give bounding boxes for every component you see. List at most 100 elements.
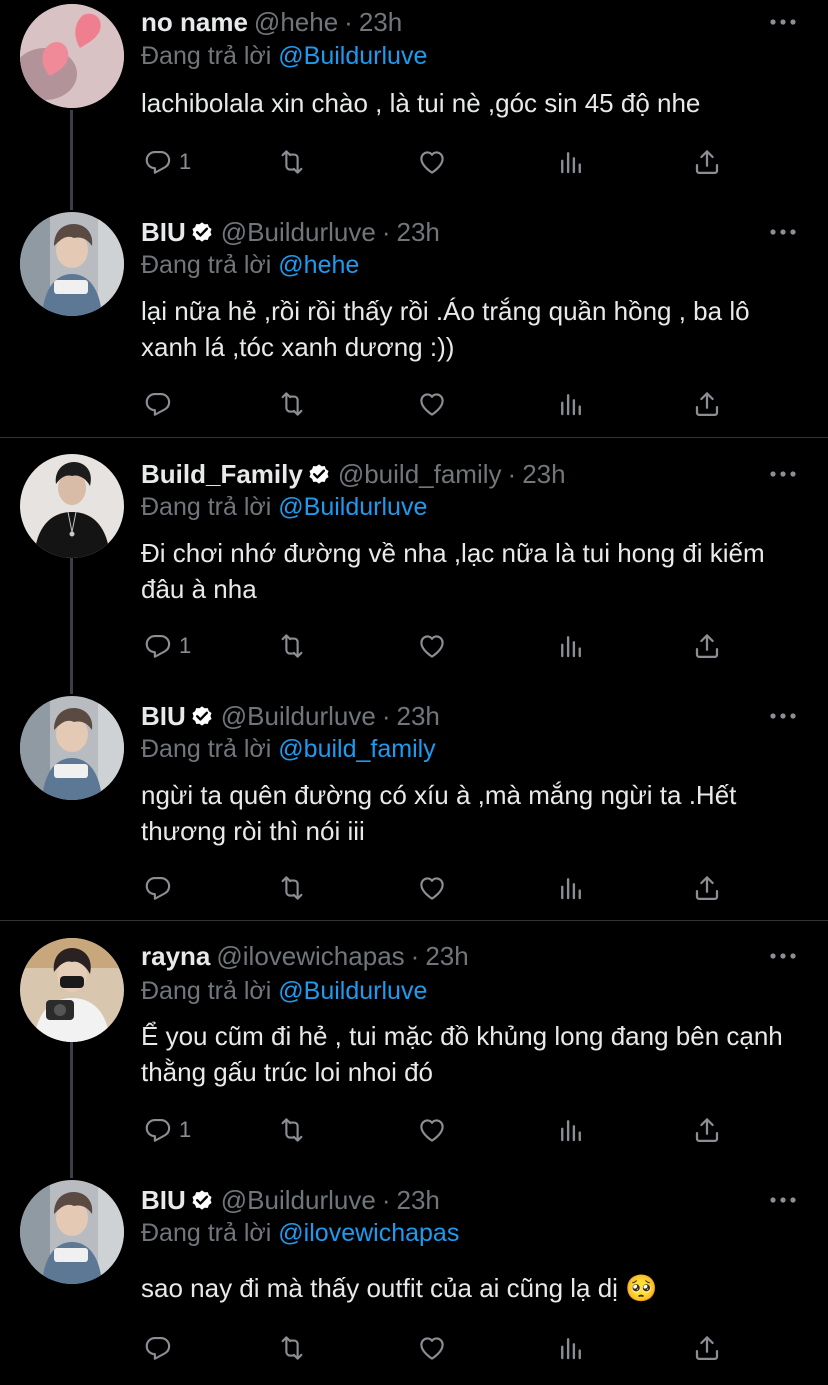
- like-button[interactable]: [417, 1110, 447, 1150]
- display-name[interactable]: rayna: [141, 941, 210, 971]
- retweet-button[interactable]: [277, 1328, 307, 1368]
- share-button[interactable]: [692, 1328, 722, 1368]
- like-button[interactable]: [417, 384, 447, 424]
- tweet-header: BIU @Buildurluve · 23h: [141, 214, 768, 250]
- share-icon: [692, 1115, 722, 1145]
- tweet-actions: [141, 384, 741, 424]
- more-icon[interactable]: [768, 706, 798, 726]
- username[interactable]: @Buildurluve: [221, 1185, 376, 1215]
- tweet-actions: [141, 1328, 741, 1368]
- reply-button[interactable]: 1: [143, 142, 191, 182]
- views-button[interactable]: [556, 1328, 586, 1368]
- retweet-button[interactable]: [277, 868, 307, 908]
- display-name[interactable]: BIU: [141, 701, 186, 731]
- share-button[interactable]: [692, 868, 722, 908]
- replying-label: Đang trả lời: [141, 42, 272, 70]
- rayna-avatar[interactable]: [20, 938, 124, 1042]
- more-icon[interactable]: [768, 12, 798, 32]
- like-button[interactable]: [417, 868, 447, 908]
- tweet[interactable]: Build_Family @build_family · 23h Đang trả l…: [0, 452, 828, 682]
- reply-button[interactable]: 1: [143, 626, 191, 666]
- dot-separator: ·: [507, 459, 517, 489]
- display-name[interactable]: BIU: [141, 1185, 186, 1215]
- retweet-button[interactable]: [277, 626, 307, 666]
- verified-badge-icon: [306, 461, 332, 487]
- dot-separator: ·: [381, 217, 391, 247]
- replying-to: Đang trả lời @hehe: [141, 248, 359, 282]
- replying-to: Đang trả lời @ilovewichapas: [141, 1216, 459, 1250]
- share-button[interactable]: [692, 384, 722, 424]
- mention-link[interactable]: @build_family: [278, 735, 435, 763]
- pink-hearts-avatar[interactable]: [20, 4, 124, 108]
- username[interactable]: @Buildurluve: [221, 701, 376, 731]
- mention-link[interactable]: @hehe: [278, 251, 359, 279]
- build-family-avatar[interactable]: [20, 454, 124, 558]
- mention-link[interactable]: @Buildurluve: [278, 977, 427, 1005]
- mention-link[interactable]: @Buildurluve: [278, 42, 427, 70]
- like-button[interactable]: [417, 1328, 447, 1368]
- views-button[interactable]: [556, 868, 586, 908]
- replying-label: Đang trả lời: [141, 977, 272, 1005]
- share-icon: [692, 873, 722, 903]
- more-icon[interactable]: [768, 1190, 798, 1210]
- dot-separator: ·: [344, 7, 353, 37]
- username[interactable]: @build_family: [338, 459, 502, 489]
- biu-avatar[interactable]: [20, 696, 124, 800]
- retweet-icon: [277, 1115, 307, 1145]
- replying-to: Đang trả lời @Buildurluve: [141, 974, 427, 1008]
- tweet-header: rayna @ilovewichapas · 23h: [141, 938, 768, 974]
- views-button[interactable]: [556, 1110, 586, 1150]
- retweet-button[interactable]: [277, 384, 307, 424]
- heart-icon: [417, 873, 447, 903]
- tweet-actions: 1: [141, 1110, 741, 1150]
- reply-button[interactable]: 1: [143, 1110, 191, 1150]
- retweet-button[interactable]: [277, 142, 307, 182]
- biu-avatar[interactable]: [20, 212, 124, 316]
- display-name[interactable]: Build_Family: [141, 459, 303, 489]
- username[interactable]: @hehe: [254, 7, 338, 37]
- like-button[interactable]: [417, 142, 447, 182]
- tweet[interactable]: BIU @Buildurluve · 23h Đang trả lời @build_…: [0, 694, 828, 920]
- reply-icon: [143, 1115, 173, 1145]
- tweet[interactable]: rayna @ilovewichapas · 23h Đang trả lời @Bu…: [0, 936, 828, 1166]
- tweet-header: BIU @Buildurluve · 23h: [141, 698, 768, 734]
- reply-button[interactable]: [143, 384, 179, 424]
- share-icon: [692, 1333, 722, 1363]
- display-name[interactable]: no name: [141, 7, 248, 37]
- reply-icon: [143, 1333, 173, 1363]
- reply-button[interactable]: [143, 1328, 179, 1368]
- replying-to: Đang trả lời @build_family: [141, 732, 436, 766]
- display-name[interactable]: BIU: [141, 217, 186, 247]
- mention-link[interactable]: @ilovewichapas: [278, 1219, 459, 1247]
- views-button[interactable]: [556, 384, 586, 424]
- verified-badge-icon: [189, 1187, 215, 1213]
- tweet[interactable]: BIU @Buildurluve · 23h Đang trả lời @ilovew…: [0, 1178, 828, 1385]
- retweet-button[interactable]: [277, 1110, 307, 1150]
- like-button[interactable]: [417, 626, 447, 666]
- timestamp[interactable]: 23h: [522, 459, 565, 489]
- share-button[interactable]: [692, 142, 722, 182]
- biu-avatar[interactable]: [20, 1180, 124, 1284]
- mention-link[interactable]: @Buildurluve: [278, 493, 427, 521]
- timestamp[interactable]: 23h: [425, 941, 468, 971]
- dot-separator: ·: [381, 701, 391, 731]
- username[interactable]: @Buildurluve: [221, 217, 376, 247]
- views-button[interactable]: [556, 142, 586, 182]
- more-icon[interactable]: [768, 946, 798, 966]
- timestamp[interactable]: 23h: [396, 1185, 439, 1215]
- tweet[interactable]: BIU @Buildurluve · 23h Đang trả lời @hehe l…: [0, 210, 828, 437]
- share-icon: [692, 389, 722, 419]
- timestamp[interactable]: 23h: [396, 217, 439, 247]
- username[interactable]: @ilovewichapas: [216, 941, 404, 971]
- views-button[interactable]: [556, 626, 586, 666]
- tweet[interactable]: no name @hehe · 23h Đang trả lời @Buildurlu…: [0, 0, 828, 200]
- reply-button[interactable]: [143, 868, 179, 908]
- tweet-text: lại nữa hẻ ,rồi rồi thấy rồi .Áo trắng q…: [141, 296, 750, 362]
- timestamp[interactable]: 23h: [396, 701, 439, 731]
- heart-icon: [417, 147, 447, 177]
- timestamp[interactable]: 23h: [359, 7, 402, 37]
- share-button[interactable]: [692, 1110, 722, 1150]
- more-icon[interactable]: [768, 222, 798, 242]
- share-button[interactable]: [692, 626, 722, 666]
- more-icon[interactable]: [768, 464, 798, 484]
